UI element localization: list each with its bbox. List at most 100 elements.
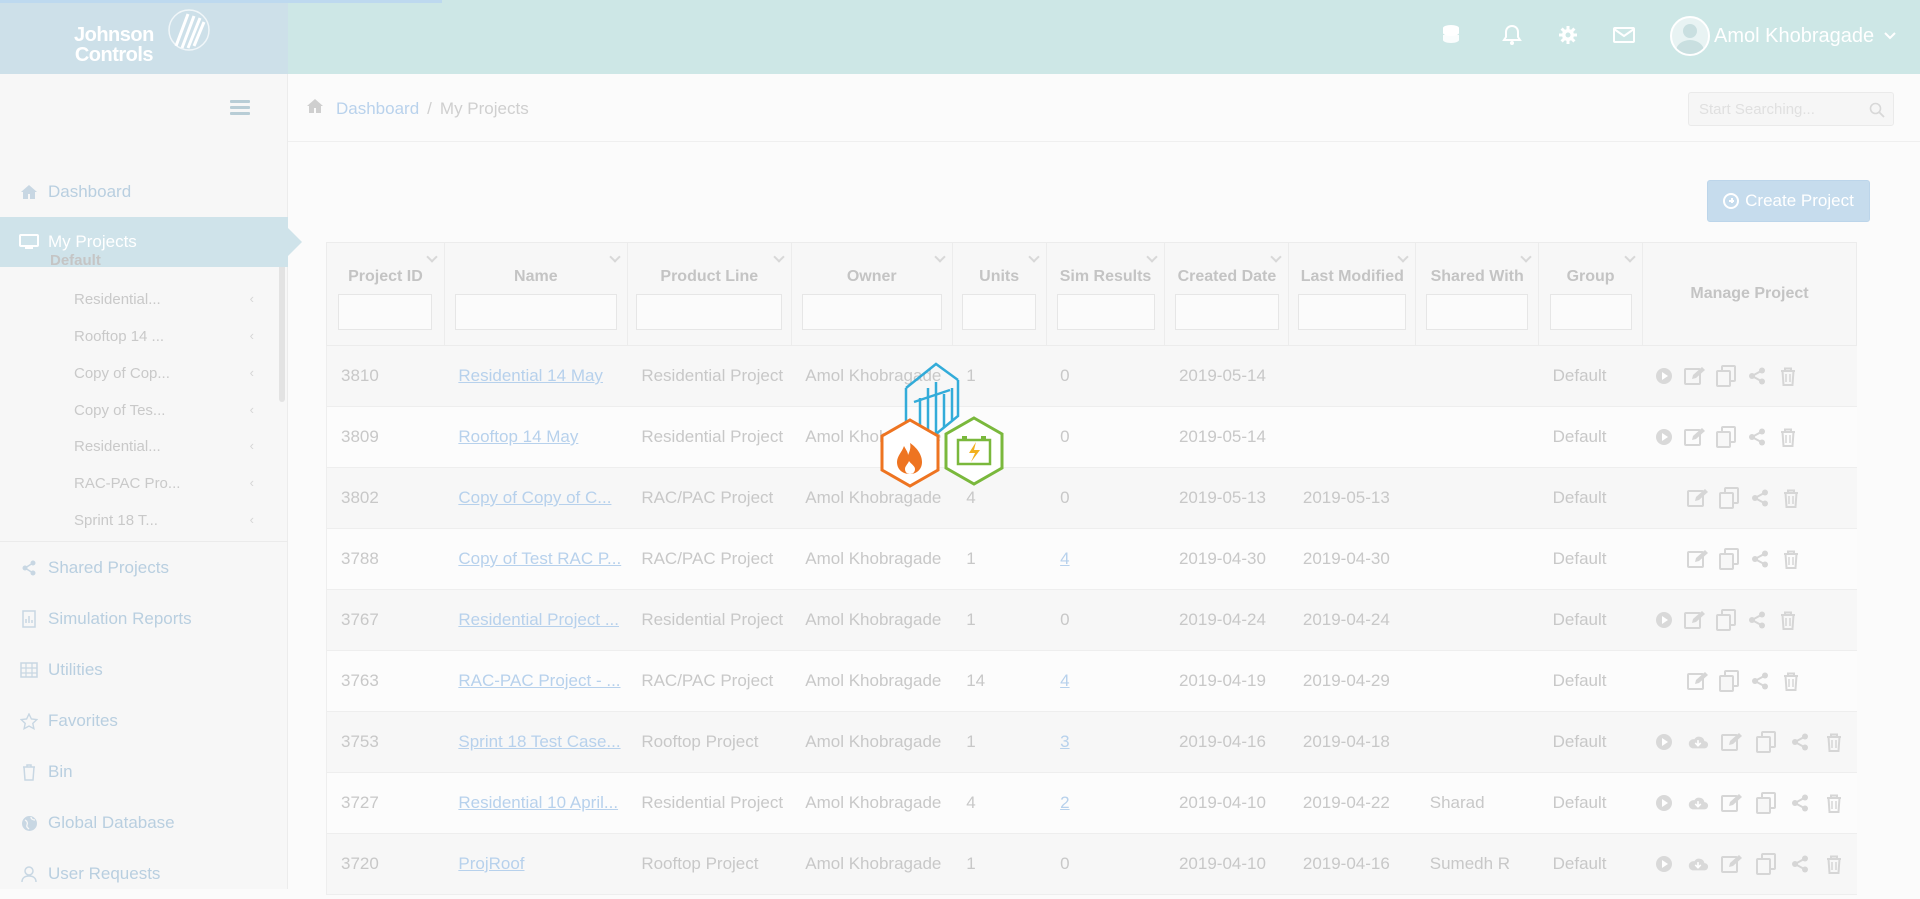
edit-icon[interactable] bbox=[1686, 548, 1709, 570]
share-icon[interactable] bbox=[1749, 548, 1771, 570]
sidebar-item-bin[interactable]: Bin bbox=[0, 747, 288, 797]
breadcrumb-dashboard-link[interactable]: Dashboard bbox=[336, 99, 419, 119]
sub-project-item[interactable]: Copy of Tes... ‹ bbox=[74, 402, 254, 419]
column-header-sim-results[interactable]: Sim Results bbox=[1045, 242, 1166, 346]
trash-icon[interactable] bbox=[1780, 487, 1802, 509]
share-icon[interactable] bbox=[1789, 792, 1811, 814]
trash-icon[interactable] bbox=[1780, 548, 1802, 570]
filter-input[interactable] bbox=[1426, 294, 1529, 330]
filter-input[interactable] bbox=[636, 294, 783, 330]
sidebar-item-utilities[interactable]: Utilities bbox=[0, 645, 288, 695]
sort-caret-icon[interactable] bbox=[934, 251, 946, 263]
cell-sim-results[interactable]: 3 bbox=[1046, 711, 1165, 773]
play-icon[interactable] bbox=[1653, 731, 1675, 753]
column-header-owner[interactable]: Owner bbox=[790, 242, 953, 346]
search-input[interactable] bbox=[1689, 93, 1859, 125]
share-icon[interactable] bbox=[1749, 670, 1771, 692]
sub-project-item[interactable]: RAC-PAC Pro... ‹ bbox=[74, 475, 254, 492]
edit-icon[interactable] bbox=[1720, 731, 1743, 753]
cell-project-name[interactable]: Copy of Copy of C... bbox=[444, 467, 628, 529]
cloud-download-icon[interactable] bbox=[1687, 792, 1709, 814]
cell-project-name[interactable]: Residential Project ... bbox=[444, 589, 628, 651]
filter-input[interactable] bbox=[962, 294, 1037, 330]
sort-caret-icon[interactable] bbox=[1027, 251, 1040, 263]
project-link[interactable]: 3 bbox=[1060, 732, 1069, 751]
cell-project-name[interactable]: Residential 14 May bbox=[444, 345, 628, 407]
edit-icon[interactable] bbox=[1683, 609, 1706, 631]
sort-caret-icon[interactable] bbox=[1624, 251, 1636, 263]
filter-input[interactable] bbox=[338, 294, 433, 330]
filter-input[interactable] bbox=[454, 294, 617, 330]
sort-caret-icon[interactable] bbox=[1146, 251, 1159, 263]
sidebar-item-user-requests[interactable]: User Requests bbox=[0, 849, 288, 899]
cell-project-name[interactable]: Sprint 18 Test Case... bbox=[444, 711, 628, 773]
trash-icon[interactable] bbox=[1823, 731, 1845, 753]
cell-sim-results[interactable]: 4 bbox=[1046, 650, 1165, 712]
project-link[interactable]: 4 bbox=[1060, 671, 1069, 690]
play-icon[interactable] bbox=[1653, 792, 1675, 814]
project-link[interactable]: 4 bbox=[1060, 549, 1069, 568]
trash-icon[interactable] bbox=[1777, 426, 1799, 448]
share-icon[interactable] bbox=[1746, 426, 1768, 448]
sub-project-item[interactable]: Sprint 18 T... ‹ bbox=[74, 512, 254, 529]
project-link[interactable]: Sprint 18 Test Case... bbox=[458, 732, 620, 751]
cell-project-name[interactable]: RAC-PAC Project - ... bbox=[444, 650, 628, 712]
sidebar-item-shared-projects[interactable]: Shared Projects bbox=[0, 543, 288, 593]
project-link[interactable]: Rooftop 14 May bbox=[458, 427, 578, 446]
sub-project-item[interactable]: Rooftop 14 ... ‹ bbox=[74, 328, 254, 345]
share-icon[interactable] bbox=[1789, 731, 1811, 753]
sort-caret-icon[interactable] bbox=[773, 251, 785, 263]
cell-project-name[interactable]: ProjRoof bbox=[444, 833, 628, 895]
project-link[interactable]: Residential 14 May bbox=[458, 366, 603, 385]
copy-icon[interactable] bbox=[1715, 365, 1737, 387]
play-icon[interactable] bbox=[1653, 365, 1675, 387]
copy-icon[interactable] bbox=[1755, 792, 1777, 814]
sub-project-item[interactable]: Residential... ‹ bbox=[74, 438, 254, 455]
filter-input[interactable] bbox=[801, 294, 942, 330]
cloud-download-icon[interactable] bbox=[1687, 853, 1709, 875]
edit-icon[interactable] bbox=[1683, 365, 1706, 387]
trash-icon[interactable] bbox=[1780, 670, 1802, 692]
copy-icon[interactable] bbox=[1715, 609, 1737, 631]
column-header-group[interactable]: Group bbox=[1538, 242, 1643, 346]
sidebar-item-simulation-reports[interactable]: Simulation Reports bbox=[0, 594, 288, 644]
cloud-download-icon[interactable] bbox=[1687, 731, 1709, 753]
column-header-shared-with[interactable]: Shared With bbox=[1415, 242, 1540, 346]
brand-logo[interactable]: Johnson Controls bbox=[0, 0, 288, 74]
sort-caret-icon[interactable] bbox=[426, 251, 438, 263]
trash-icon[interactable] bbox=[1823, 792, 1845, 814]
cell-project-name[interactable]: Residential 10 April... bbox=[444, 772, 628, 834]
sort-caret-icon[interactable] bbox=[1520, 251, 1532, 263]
sort-caret-icon[interactable] bbox=[609, 251, 621, 263]
sidebar-item-favorites[interactable]: Favorites bbox=[0, 696, 288, 746]
project-link[interactable]: Residential 10 April... bbox=[458, 793, 618, 812]
edit-icon[interactable] bbox=[1720, 792, 1743, 814]
column-header-created-date[interactable]: Created Date bbox=[1164, 242, 1290, 346]
search-icon[interactable] bbox=[1869, 102, 1885, 123]
cell-project-name[interactable]: Copy of Test RAC P... bbox=[444, 528, 628, 590]
edit-icon[interactable] bbox=[1686, 670, 1709, 692]
share-icon[interactable] bbox=[1749, 487, 1771, 509]
filter-input[interactable] bbox=[1056, 294, 1155, 330]
play-icon[interactable] bbox=[1653, 853, 1675, 875]
user-menu[interactable]: Amol Khobragade bbox=[1670, 16, 1896, 56]
envelope-icon[interactable] bbox=[1609, 20, 1639, 50]
cell-project-name[interactable]: Rooftop 14 May bbox=[444, 406, 628, 468]
trash-icon[interactable] bbox=[1823, 853, 1845, 875]
column-header-product-line[interactable]: Product Line bbox=[626, 242, 792, 346]
copy-icon[interactable] bbox=[1715, 426, 1737, 448]
share-icon[interactable] bbox=[1789, 853, 1811, 875]
filter-input[interactable] bbox=[1298, 294, 1407, 330]
copy-icon[interactable] bbox=[1718, 487, 1740, 509]
edit-icon[interactable] bbox=[1683, 426, 1706, 448]
gear-icon[interactable] bbox=[1553, 20, 1583, 50]
column-header-units[interactable]: Units bbox=[951, 242, 1047, 346]
project-link[interactable]: RAC-PAC Project - ... bbox=[458, 671, 620, 690]
project-group-default[interactable]: Default bbox=[50, 252, 101, 269]
sort-caret-icon[interactable] bbox=[1270, 251, 1283, 263]
column-header-project-id[interactable]: Project ID bbox=[326, 242, 445, 346]
project-link[interactable]: ProjRoof bbox=[458, 854, 524, 873]
play-icon[interactable] bbox=[1653, 609, 1675, 631]
copy-icon[interactable] bbox=[1718, 548, 1740, 570]
sidebar-item-my-projects[interactable]: My Projects bbox=[0, 217, 302, 267]
